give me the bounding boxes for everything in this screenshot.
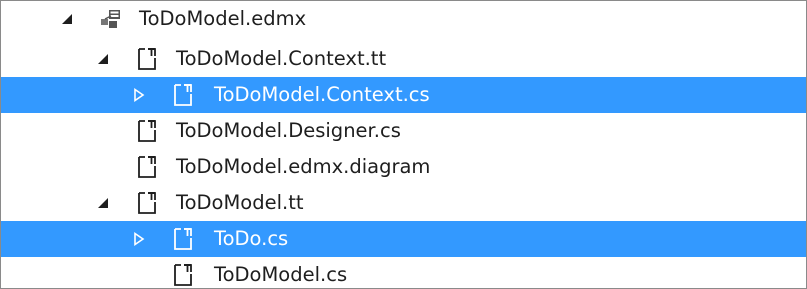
tree-item-label: ToDo.cs	[214, 227, 289, 250]
tree-item-todomodel-edmx[interactable]: ToDoModel.edmx	[1, 1, 806, 37]
tree-item-todomodel-tt[interactable]: ToDoModel.tt	[1, 185, 806, 221]
tree-item-todomodel-cs[interactable]: ToDoModel.cs	[1, 257, 806, 288]
tree-item-edmx-diagram[interactable]: ToDoModel.edmx.diagram	[1, 149, 806, 185]
file-template-icon	[174, 228, 192, 250]
tree-item-label: ToDoModel.edmx.diagram	[176, 155, 431, 178]
tree-item-context-tt[interactable]: ToDoModel.Context.tt	[1, 41, 806, 77]
expanded-triangle-icon[interactable]	[96, 196, 110, 210]
expanded-triangle-icon[interactable]	[60, 12, 74, 26]
edmx-model-icon	[101, 10, 120, 28]
file-template-icon	[138, 156, 156, 178]
expanded-triangle-icon[interactable]	[96, 52, 110, 66]
tree-item-label: ToDoModel.Context.cs	[214, 83, 430, 106]
file-template-icon	[138, 48, 156, 70]
file-template-icon	[174, 84, 192, 106]
tree-item-label: ToDoModel.cs	[214, 263, 348, 286]
tree-item-label: ToDoModel.edmx	[139, 7, 307, 30]
tree-item-label: ToDoModel.tt	[176, 191, 304, 214]
tree-item-todo-cs[interactable]: ToDo.cs	[1, 221, 806, 257]
collapsed-triangle-icon[interactable]	[132, 232, 146, 246]
file-template-icon	[138, 192, 156, 214]
tree-item-designer-cs[interactable]: ToDoModel.Designer.cs	[1, 113, 806, 149]
file-template-icon	[138, 120, 156, 142]
tree-item-context-cs[interactable]: ToDoModel.Context.cs	[1, 77, 806, 113]
collapsed-triangle-icon[interactable]	[132, 88, 146, 102]
tree-item-label: ToDoModel.Context.tt	[176, 47, 387, 70]
tree-item-label: ToDoModel.Designer.cs	[176, 119, 401, 142]
file-template-icon	[174, 264, 192, 286]
solution-explorer-tree: ToDoModel.edmx ToDoModel.Context.tt ToDo…	[0, 0, 807, 289]
